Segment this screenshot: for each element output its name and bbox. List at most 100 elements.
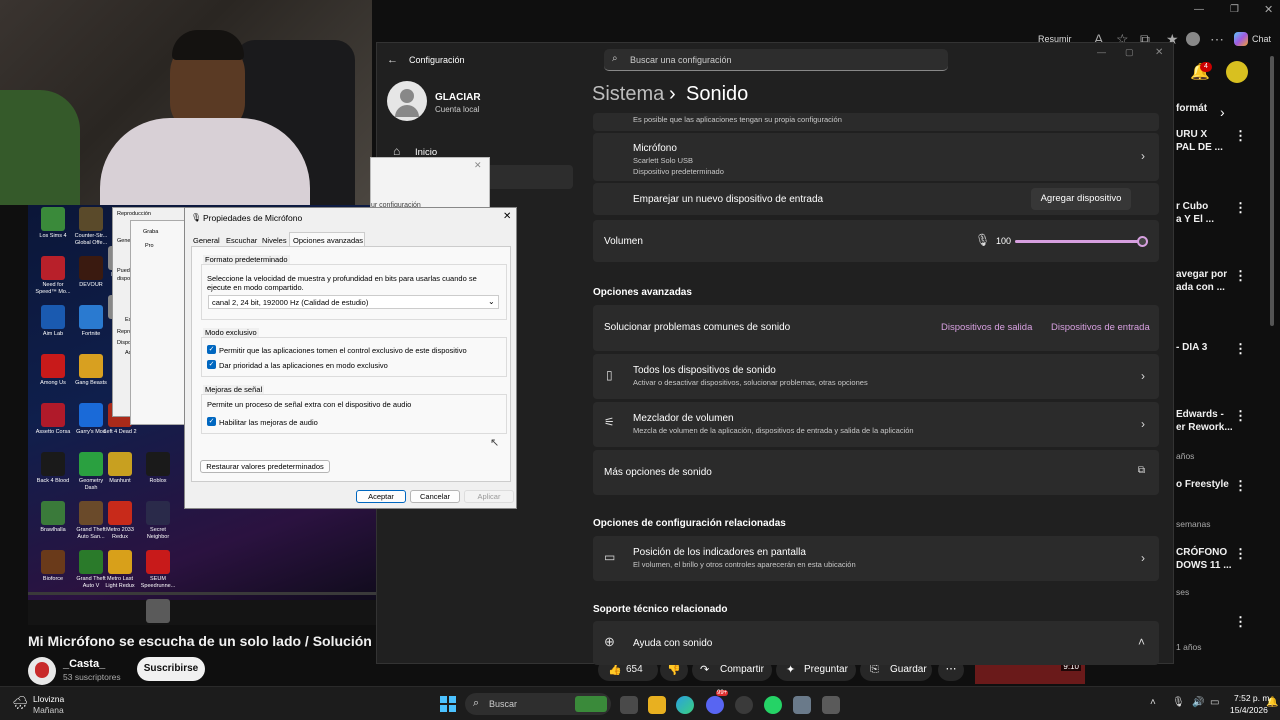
desktop-icon[interactable]: Roblox xyxy=(139,452,177,485)
desktop-icon[interactable]: Gang Beasts xyxy=(72,354,110,387)
breadcrumb-parent[interactable]: Sistema xyxy=(592,83,664,106)
chevron-right-icon[interactable]: › xyxy=(1220,104,1225,120)
desktop-icon[interactable]: Bioforce xyxy=(34,550,72,583)
video-progress-track[interactable] xyxy=(28,592,376,595)
whatsapp-icon[interactable] xyxy=(764,696,782,714)
input-devices-link[interactable]: Dispositivos de entrada xyxy=(1051,322,1150,333)
tab-general[interactable]: General xyxy=(193,236,220,245)
desktop-icon[interactable]: Brawlhalla xyxy=(34,501,72,534)
add-device-button[interactable]: Agregar dispositivo xyxy=(1031,188,1131,210)
microphone-icon[interactable]: 🎙 xyxy=(975,233,990,247)
rec-title[interactable]: CRÓFONO DOWS 11 ... xyxy=(1176,546,1232,572)
kebab-icon[interactable]: ⋮ xyxy=(1234,478,1247,494)
exclusive-opt1[interactable]: Permitir que las aplicaciones tomen el c… xyxy=(219,346,467,355)
desktop-icon[interactable]: Counter-Str... Global Offe... xyxy=(72,207,110,247)
more-options-card[interactable]: Más opciones de sonido ⧉ xyxy=(593,450,1159,495)
close-icon[interactable]: ✕ xyxy=(474,160,482,171)
settings-gear-icon[interactable] xyxy=(793,696,811,714)
tab-advanced[interactable]: Opciones avanzadas xyxy=(289,232,365,247)
close-icon[interactable]: ✕ xyxy=(1155,47,1163,58)
desktop-icon[interactable]: Back 4 Blood xyxy=(34,452,72,485)
cancel-button[interactable]: Cancelar xyxy=(410,490,460,503)
kebab-icon[interactable]: ⋮ xyxy=(1234,128,1247,144)
ok-button[interactable]: Aceptar xyxy=(356,490,406,503)
kebab-icon[interactable]: ⋮ xyxy=(1234,408,1247,424)
rec-title[interactable]: URU X PAL DE ... xyxy=(1176,128,1223,154)
desktop-icon[interactable]: Secret Neighbor xyxy=(139,501,177,541)
close-icon[interactable]: ✕ xyxy=(1264,3,1273,16)
help-card[interactable]: ⊕ Ayuda con sonido ˄ xyxy=(593,621,1159,665)
volume-thumb[interactable] xyxy=(1137,236,1148,247)
volume-tray-icon[interactable]: 🔊 xyxy=(1192,697,1204,708)
indicators-card[interactable]: ▭ Posición de los indicadores en pantall… xyxy=(593,536,1159,581)
desktop-icon[interactable]: Assetto Corsa xyxy=(34,403,72,436)
battery-tray-icon[interactable]: ▭ xyxy=(1210,697,1219,708)
app-icon[interactable] xyxy=(735,696,753,714)
signal-opt[interactable]: Habilitar las mejoras de audio xyxy=(219,418,318,427)
desktop-icon[interactable]: Metro Last Light Redux xyxy=(101,550,139,590)
desktop-icon[interactable]: Among Us xyxy=(34,354,72,387)
desktop-icon[interactable]: Los Sims 4 xyxy=(34,207,72,240)
kebab-icon[interactable]: ⋮ xyxy=(1234,614,1247,630)
all-devices-card[interactable]: ▯ Todos los dispositivos de sonido Activ… xyxy=(593,354,1159,399)
back-arrow-icon[interactable]: ← xyxy=(387,54,398,66)
tab-listen[interactable]: Escuchar xyxy=(226,236,257,245)
notification-center-icon[interactable]: 🔔 xyxy=(1266,697,1278,708)
channel-name[interactable]: _Casta_ xyxy=(63,658,105,670)
tray-chevron-icon[interactable]: ˄ xyxy=(1150,697,1156,708)
checkbox-audio-enhancements[interactable]: ✓ xyxy=(207,417,216,426)
task-view-icon[interactable] xyxy=(620,696,638,714)
obs-icon[interactable] xyxy=(822,696,840,714)
channel-avatar[interactable] xyxy=(28,657,56,685)
chat-label[interactable]: Chat xyxy=(1252,34,1271,44)
checkbox-exclusive-control[interactable]: ✓ xyxy=(207,345,216,354)
format-select[interactable]: canal 2, 24 bit, 192000 Hz (Calidad de e… xyxy=(208,295,499,309)
video-title[interactable]: Mi Micrófono se escucha de un solo lado … xyxy=(28,633,376,649)
weather-icon[interactable]: 🌧 xyxy=(12,695,29,711)
taskbar-search[interactable]: ⌕ Buscar xyxy=(465,693,611,715)
rec-title[interactable]: avegar por ada con ... xyxy=(1176,268,1227,294)
desktop-icon[interactable]: Need for Speed™ Mo... xyxy=(34,256,72,296)
kebab-icon[interactable]: ⋮ xyxy=(1234,341,1247,357)
rec-title[interactable]: - DIA 3 xyxy=(1176,341,1207,354)
copilot-icon[interactable] xyxy=(1234,32,1248,46)
file-explorer-icon[interactable] xyxy=(648,696,666,714)
account-avatar[interactable] xyxy=(1226,61,1248,83)
profile-avatar[interactable] xyxy=(1186,32,1200,46)
rec-title[interactable]: formát xyxy=(1176,102,1207,115)
restore-defaults-button[interactable]: Restaurar valores predeterminados xyxy=(200,460,330,473)
tab-levels[interactable]: Niveles xyxy=(262,236,287,245)
maximize-icon[interactable]: ▢ xyxy=(1125,47,1134,58)
start-button[interactable] xyxy=(440,696,456,712)
subscribe-button[interactable]: Suscribirse xyxy=(137,657,205,681)
exclusive-opt2[interactable]: Dar prioridad a las aplicaciones en modo… xyxy=(219,361,388,370)
mixer-card[interactable]: ⚟ Mezclador de volumen Mezcla de volumen… xyxy=(593,402,1159,447)
close-icon[interactable]: ✕ xyxy=(503,211,511,222)
mic-tray-icon[interactable]: 🎙 xyxy=(1172,697,1185,708)
minimize-icon[interactable]: — xyxy=(1097,47,1106,57)
weather-title[interactable]: Llovizna xyxy=(33,694,64,704)
kebab-icon[interactable]: ⋮ xyxy=(1234,546,1247,562)
restore-icon[interactable]: ❐ xyxy=(1230,4,1239,15)
kebab-icon[interactable]: ⋮ xyxy=(1234,268,1247,284)
desktop-icon[interactable]: Manhunt xyxy=(101,452,139,485)
minimize-icon[interactable]: — xyxy=(1194,4,1204,15)
clock-date[interactable]: 15/4/2026 xyxy=(1230,705,1268,715)
output-devices-link[interactable]: Dispositivos de salida xyxy=(941,322,1032,333)
desktop-icon[interactable]: Aim Lab xyxy=(34,305,72,338)
microphone-card[interactable]: Micrófono Scarlett Solo USB Dispositivo … xyxy=(593,133,1159,181)
kebab-icon[interactable]: ⋮ xyxy=(1234,200,1247,216)
scrollbar[interactable] xyxy=(1270,56,1274,326)
search-input[interactable]: ⌕ Buscar una configuración xyxy=(604,49,948,71)
desktop-icon[interactable]: SEUM Speedrunne... xyxy=(139,550,177,590)
desktop-icon[interactable]: Metro 2033 Redux xyxy=(101,501,139,541)
desktop-icon[interactable]: Wolfenstein The New ... xyxy=(139,599,177,625)
apply-button[interactable]: Aplicar xyxy=(464,490,514,503)
rec-title[interactable]: Edwards - er Rework... xyxy=(1176,408,1233,434)
edge-icon[interactable] xyxy=(676,696,694,714)
rec-title[interactable]: o Freestyle xyxy=(1176,478,1229,491)
volume-slider[interactable] xyxy=(1015,236,1148,247)
user-avatar[interactable] xyxy=(387,81,427,121)
checkbox-exclusive-priority[interactable]: ✓ xyxy=(207,360,216,369)
rec-title[interactable]: r Cubo a Y El ... xyxy=(1176,200,1214,226)
